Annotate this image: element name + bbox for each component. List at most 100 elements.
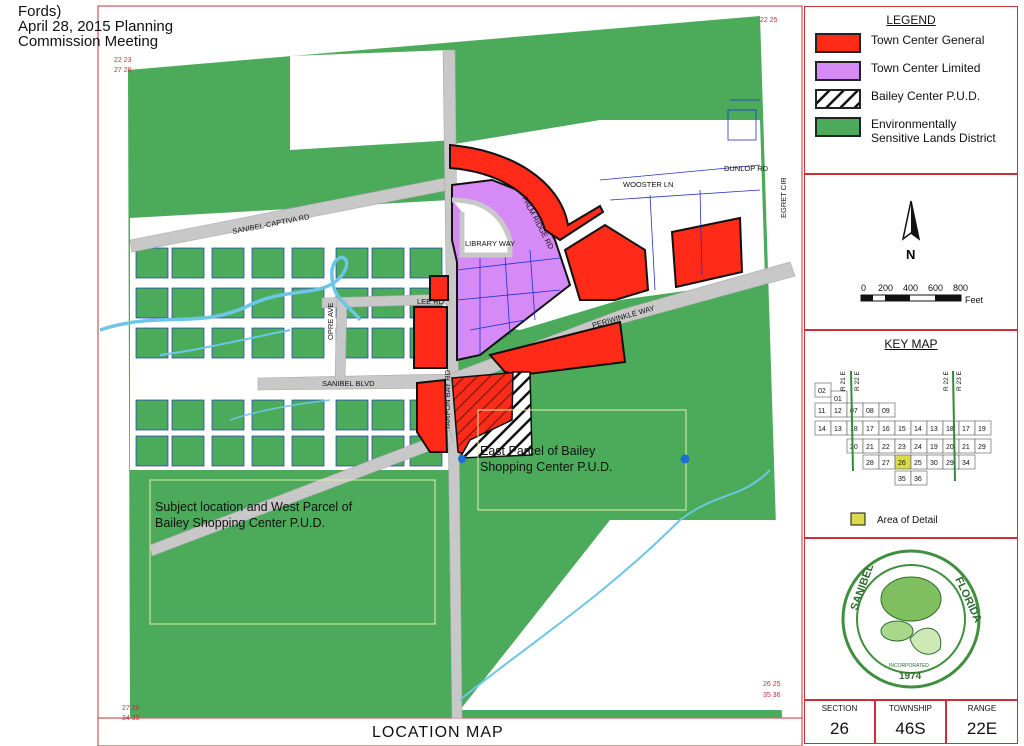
grid-block: [335, 435, 369, 467]
grid-block: [291, 435, 325, 467]
township-box: TOWNSHIP 46S: [875, 700, 946, 744]
grid-block: [371, 399, 405, 431]
legend-label: Environmentally Sensitive Lands District: [871, 117, 996, 145]
legend-title: LEGEND: [886, 13, 936, 27]
seal-incorporated: INCORPORATED: [889, 663, 929, 669]
east-parcel-label-2: Shopping Center P.U.D.: [480, 460, 613, 474]
section-box: SECTION 26: [804, 700, 875, 744]
key-section-number: 18: [946, 426, 954, 433]
tcg-lee-road: [413, 306, 448, 369]
header-line-1: Fords): [18, 3, 62, 20]
north-label: N: [906, 247, 915, 262]
township-label: TOWNSHIP: [889, 704, 932, 713]
header-line-2: April 28, 2015 Planning: [18, 18, 174, 35]
key-section-number: 01: [834, 396, 842, 403]
key-section-number: 21: [962, 444, 970, 451]
section-label: SECTION: [821, 704, 858, 713]
seal-tree-icon: [880, 576, 942, 622]
grid-block: [409, 247, 443, 279]
scale-unit: Feet: [965, 295, 984, 305]
range-label: R 22 E: [854, 370, 861, 391]
opre-ave: [334, 299, 348, 381]
key-section-number: 11: [818, 408, 825, 415]
label-wooster: WOOSTER LN: [623, 180, 673, 189]
corner-tl-1: 22 23: [114, 57, 132, 64]
key-section-number: 27: [882, 460, 890, 467]
legend-item-tcg: Town Center General: [815, 33, 984, 53]
township-value: 46S: [895, 719, 926, 738]
key-section-number: 34: [962, 460, 970, 467]
grid-block: [251, 247, 285, 279]
grid-block: [171, 399, 205, 431]
grid-block: [291, 247, 325, 279]
grid-block: [135, 247, 169, 279]
key-section-number: 14: [818, 426, 826, 433]
seal-year: 1974: [899, 671, 922, 682]
label-lee-rd: LEE RD: [417, 297, 445, 306]
key-section-number: 30: [930, 460, 938, 467]
section-value: 26: [830, 719, 849, 738]
scale-tick-200: 200: [878, 283, 893, 293]
grid-block: [371, 247, 405, 279]
grid-block: [211, 435, 245, 467]
label-dunlop: DUNLOP RD: [724, 164, 769, 173]
key-section-number: 19: [930, 444, 938, 451]
range-value: 22E: [966, 719, 998, 738]
corner-br-2: 35 36: [763, 692, 781, 699]
key-section-number: 20: [850, 444, 858, 451]
grid-block: [251, 399, 285, 431]
scale-bar: [860, 294, 962, 302]
swatch-green: [815, 117, 861, 137]
range-line-west: [850, 370, 854, 472]
grid-block: [135, 327, 169, 359]
key-section-number: 12: [834, 408, 842, 415]
key-section-number: 24: [914, 444, 922, 451]
seal-panel: SANIBEL FLORIDA INCORPORATED 1974: [804, 538, 1018, 700]
label-sanibel-blvd: SANIBEL BLVD: [322, 379, 375, 388]
grid-block: [291, 327, 325, 359]
key-section-number: 14: [914, 426, 922, 433]
area-of-detail-label: Area of Detail: [877, 515, 938, 526]
legend-item-esl: Environmentally Sensitive Lands District: [815, 117, 1001, 145]
north-arrow-scale: N 0 200 400 600 800 Feet: [860, 200, 984, 305]
corner-tl-2: 27 26: [114, 67, 132, 74]
key-map-title: KEY MAP: [884, 337, 938, 351]
range-label: R 23 E: [956, 370, 963, 391]
corner-br-1: 26 25: [763, 681, 781, 688]
scale-tick-0: 0: [861, 283, 866, 293]
grid-block: [171, 435, 205, 467]
key-section-number: 36: [914, 476, 922, 483]
key-section-number: 26: [898, 460, 906, 467]
legend-item-bailey: Bailey Center P.U.D.: [815, 89, 980, 109]
seal-bird-icon: [880, 620, 914, 642]
key-section-number: 13: [834, 426, 842, 433]
grid-block: [211, 247, 245, 279]
scale-tick-600: 600: [928, 283, 943, 293]
key-section-number: 15: [898, 426, 906, 433]
legend-item-tcl: Town Center Limited: [815, 61, 980, 81]
range-label: RANGE: [967, 704, 997, 713]
range-label: R 22 E: [943, 370, 950, 391]
corner-tr: 22 25: [760, 17, 778, 24]
key-map-grid: 020111 12 07 08 0914 13 18 17 16 15 14 13 18 17 1920 21…: [814, 370, 992, 526]
key-section-number: 17: [866, 426, 874, 433]
key-section-number: 16: [882, 426, 890, 433]
grid-block: [135, 399, 169, 431]
swatch-hatch: [815, 89, 861, 109]
area-of-detail-swatch: [850, 512, 866, 526]
key-section-number: 28: [866, 460, 874, 467]
key-map-panel: KEY MAP 02 01 11 12 07 08 09 14 13 18 17 16 15 14 13 18…: [804, 330, 1018, 538]
meeting-header: Fords) April 28, 2015 Planning Commissio…: [18, 4, 173, 49]
key-section-number: 20: [946, 444, 954, 451]
grid-block: [171, 287, 205, 319]
grid-block: [335, 399, 369, 431]
key-section-number: 21: [866, 444, 874, 451]
east-parcel-marker-west: [458, 455, 466, 463]
grid-block: [335, 247, 369, 279]
swatch-red: [815, 33, 861, 53]
grid-block: [251, 435, 285, 467]
developed-area-north: [290, 50, 455, 150]
legend-label: Bailey Center P.U.D.: [871, 89, 981, 103]
subject-label-2: Bailey Shopping Center P.U.D.: [155, 516, 325, 530]
key-section-number: 02: [818, 388, 826, 395]
